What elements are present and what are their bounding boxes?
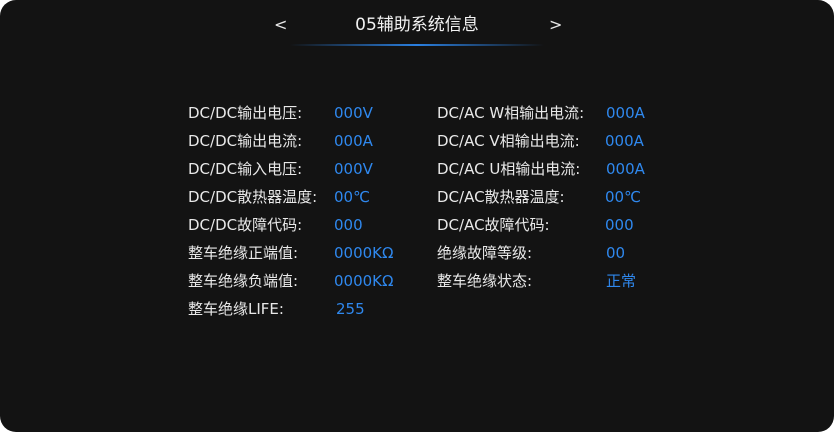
field-value: 000A xyxy=(334,132,373,150)
field-value: 000 xyxy=(334,216,363,234)
page-title: 05辅助系统信息 xyxy=(355,15,479,35)
field-label: 整车绝缘状态: xyxy=(437,272,533,290)
field-value: 000V xyxy=(334,160,373,178)
field-label: 整车绝缘正端值: xyxy=(188,244,299,262)
field-label: DC/AC U相输出电流: xyxy=(437,160,581,178)
field-label: DC/AC散热器温度: xyxy=(437,188,565,206)
title-underline xyxy=(290,44,544,46)
field-label: DC/AC W相输出电流: xyxy=(437,104,585,122)
field-value: 0000KΩ xyxy=(334,272,394,290)
field-value: 000A xyxy=(606,160,645,178)
field-label: DC/AC故障代码: xyxy=(437,216,550,234)
field-label: DC/DC输出电压: xyxy=(188,104,303,122)
field-value: 000V xyxy=(334,104,373,122)
field-label: DC/DC输入电压: xyxy=(188,160,303,178)
field-label: 整车绝缘LIFE: xyxy=(188,300,284,318)
next-page-button[interactable]: > xyxy=(549,14,562,36)
field-label: DC/DC散热器温度: xyxy=(188,188,318,206)
field-label: DC/DC输出电流: xyxy=(188,132,303,150)
field-label: DC/DC故障代码: xyxy=(188,216,303,234)
field-value: 正常 xyxy=(606,272,637,290)
field-label: DC/AC V相输出电流: xyxy=(437,132,580,150)
field-value: 000A xyxy=(606,104,645,122)
field-label: 整车绝缘负端值: xyxy=(188,272,299,290)
field-value: 255 xyxy=(336,300,365,318)
field-label: 绝缘故障等级: xyxy=(437,244,533,262)
field-value: 000A xyxy=(605,132,644,150)
field-value: 0000KΩ xyxy=(334,244,394,262)
field-value: 00℃ xyxy=(605,188,641,206)
field-value: 00℃ xyxy=(334,188,370,206)
field-value: 00 xyxy=(606,244,626,262)
aux-system-info-screen: < 05辅助系统信息 > DC/DC输出电压: 000V DC/DC输出电流: … xyxy=(0,0,834,432)
field-value: 000 xyxy=(605,216,634,234)
